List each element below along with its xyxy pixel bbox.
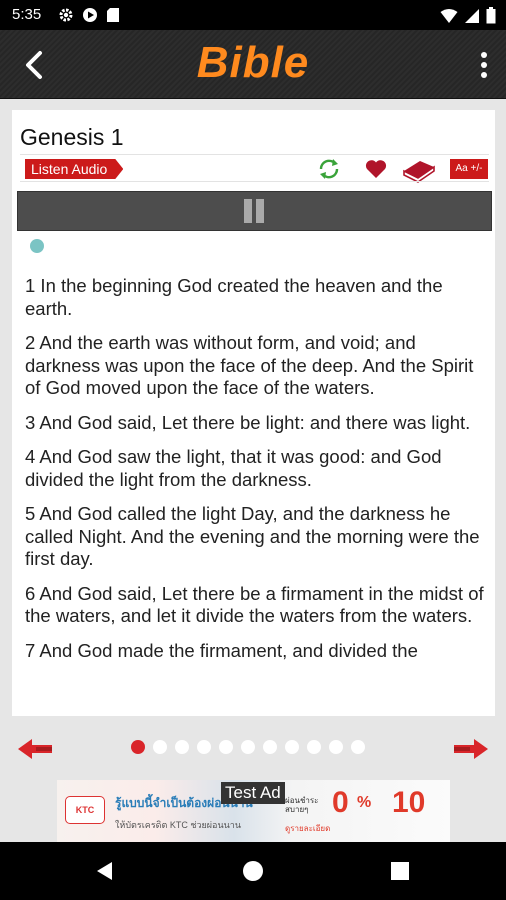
app-toolbar: Bible — [0, 30, 506, 99]
recents-icon[interactable] — [390, 861, 410, 881]
verse-text[interactable]: 5 And God called the light Day, and the … — [25, 503, 487, 571]
verse-text[interactable]: 7 And God made the firmament, and divide… — [25, 640, 487, 663]
page-dot[interactable] — [219, 740, 233, 754]
page-dot[interactable] — [153, 740, 167, 754]
audio-player-bar[interactable] — [17, 191, 492, 231]
ad-brand-logo: KTC — [65, 796, 105, 824]
repeat-icon[interactable] — [317, 157, 341, 181]
ad-rate: 0 — [332, 786, 349, 819]
system-nav-bar — [0, 842, 506, 900]
verse-text[interactable]: 6 And God said, Let there be a firmament… — [25, 583, 487, 628]
home-icon[interactable] — [242, 860, 264, 882]
back-icon[interactable] — [94, 860, 116, 882]
chapter-pager — [0, 730, 506, 766]
page-dot[interactable] — [263, 740, 277, 754]
verse-text[interactable]: 4 And God saw the light, that it was goo… — [25, 446, 487, 491]
page-dot[interactable] — [285, 740, 299, 754]
chapter-card: Genesis 1 Listen Audio Aa +/- 1 In the b… — [12, 110, 495, 716]
pause-icon[interactable] — [242, 199, 266, 223]
ad-small-text: ผ่อนชำระสบายๆ — [285, 796, 319, 814]
listen-audio-button[interactable]: Listen Audio — [25, 159, 123, 179]
more-options-icon[interactable] — [480, 50, 488, 80]
wifi-icon — [440, 8, 458, 23]
previous-chapter-arrow-icon[interactable] — [16, 736, 54, 762]
ad-banner[interactable]: KTC รู้แบบนี้จำเป็นต้องผ่อนนาน ให้บัตรเค… — [57, 780, 450, 842]
page-dot[interactable] — [351, 740, 365, 754]
ad-small-text-2: ดูรายละเอียด — [285, 824, 331, 833]
favorite-heart-icon[interactable] — [364, 157, 388, 181]
sd-card-icon — [107, 8, 119, 22]
book-icon[interactable] — [400, 157, 438, 183]
page-dot[interactable] — [197, 740, 211, 754]
next-chapter-arrow-icon[interactable] — [452, 736, 490, 762]
signal-icon — [465, 8, 479, 23]
divider — [20, 154, 489, 155]
ad-rate-unit: % — [357, 794, 372, 811]
chapter-title: Genesis 1 — [20, 124, 124, 150]
verse-text[interactable]: 3 And God said, Let there be light: and … — [25, 412, 487, 435]
page-dot[interactable] — [307, 740, 321, 754]
gear-icon — [59, 8, 73, 22]
status-time: 5:35 — [12, 6, 42, 23]
play-icon — [83, 8, 97, 22]
status-bar: 5:35 — [0, 0, 506, 30]
page-dot-active[interactable] — [131, 740, 145, 754]
battery-icon — [486, 7, 496, 24]
ad-months: 10 — [392, 786, 426, 819]
verse-list: 1 In the beginning God created the heave… — [25, 275, 487, 674]
page-dot[interactable] — [175, 740, 189, 754]
app-title: Bible — [196, 38, 310, 87]
page-dot[interactable] — [241, 740, 255, 754]
audio-progress-dot[interactable] — [30, 239, 44, 253]
ad-subline: ให้บัตรเครดิต KTC ช่วยผ่อนนาน — [115, 820, 241, 830]
verse-text[interactable]: 2 And the earth was without form, and vo… — [25, 332, 487, 400]
font-size-button[interactable]: Aa +/- — [450, 159, 488, 179]
verse-text[interactable]: 1 In the beginning God created the heave… — [25, 275, 487, 320]
page-indicator — [131, 740, 365, 754]
page-dot[interactable] — [329, 740, 343, 754]
divider — [20, 181, 489, 182]
ad-label: Test Ad — [221, 782, 285, 804]
